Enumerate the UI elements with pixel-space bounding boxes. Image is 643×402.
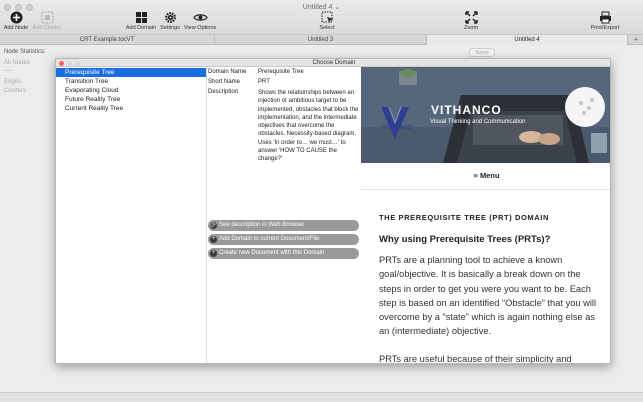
none-button[interactable]: None [469,48,495,57]
zoom-arrows-icon [464,11,478,24]
zoom-label: Zoom [463,25,479,31]
site-menu-label: Menu [479,171,500,180]
select-button[interactable]: Select [313,11,341,31]
gear-icon [164,11,176,24]
description-value: Shows the relationships between an injec… [258,90,359,163]
node-statistics-heading: Node Statistics: [4,49,46,55]
create-new-document-label: Create new Document with this Domain [219,250,325,256]
short-name-label: Short Name [208,79,241,85]
zoom-button[interactable]: Zoom [458,11,484,31]
domain-grid-icon [135,12,147,23]
dialog-minimize-button[interactable] [67,61,72,66]
plus-icon: + [210,250,217,257]
domain-list: Prerequisite Tree Transition Tree Evapor… [56,67,207,363]
add-domain-to-document-button[interactable]: + Add Domain to current Document/File [208,234,359,245]
dialog-close-button[interactable] [59,61,64,66]
domain-item-prerequisite-tree[interactable]: Prerequisite Tree [56,68,206,77]
dialog-title: Choose Domain [56,59,610,67]
status-bar [0,392,643,402]
domain-item-transition-tree[interactable]: Transition Tree [56,77,206,86]
view-options-button[interactable]: View Options [183,11,217,31]
domain-item-evaporating-cloud[interactable]: Evaporating Cloud [56,86,206,95]
settings-button[interactable]: Settings [158,11,182,31]
see-description-web-button[interactable]: 🔗 See description in Web Browser [208,220,359,231]
print-export-button[interactable]: Print/Export [589,11,621,31]
domain-item-future-reality-tree[interactable]: Future Reality Tree [56,95,206,104]
domain-name-value: Prerequisite Tree [258,69,304,75]
site-tagline: Visual Thinking and Communication [430,119,526,125]
document-tab-bar: CRT Example.tocVT Untitled 3 Untitled 4 … [0,35,643,45]
add-cluster-button[interactable]: Add Cluster [31,11,63,31]
domain-item-current-reality-tree[interactable]: Current Reality Tree [56,104,206,113]
domain-name-label: Domain Name [208,69,247,75]
stat-edges: Edges [4,79,22,85]
window-title[interactable]: Untitled 4 ⌄ [0,3,643,11]
logo-text: VITHANCO [383,125,412,131]
select-label: Select [319,25,335,31]
short-name-value: PRT [258,79,270,85]
stat-all-nodes: All Nodes [4,60,30,66]
eye-icon [192,14,208,21]
stat-clusters: Clusters [4,88,27,94]
add-domain-button[interactable]: Add Domain [125,11,157,31]
dialog-zoom-button[interactable] [75,61,80,66]
cluster-icon [41,11,53,24]
page-subheading: Why using Prerequisite Trees (PRTs)? [379,234,551,245]
site-brand: VITHANCO [431,103,502,117]
domain-detail-panel: Domain Name Prerequisite Tree Short Name… [207,67,361,363]
add-domain-to-document-label: Add Domain to current Document/File [219,236,320,242]
settings-label: Settings [160,25,180,31]
add-node-label: Add Node [3,25,29,31]
site-menu-button[interactable]: ≡ Menu [361,171,610,180]
window-toolbar: Untitled 4 ⌄ Add Node Add Cluster Add Do… [0,0,643,35]
intro-paragraph: PRTs are a planning tool to achieve a kn… [379,255,597,337]
menu-divider [361,189,610,190]
tab-untitled-4[interactable]: Untitled 4 [427,35,628,45]
choose-domain-dialog: Choose Domain Prerequisite Tree Transiti… [55,58,611,364]
tab-crt-example[interactable]: CRT Example.tocVT [0,35,215,45]
description-label: Description [208,89,239,95]
tab-untitled-3[interactable]: Untitled 3 [215,35,427,45]
create-new-document-button[interactable]: + Create new Document with this Domain [208,248,359,259]
hamburger-icon: ≡ [473,171,478,180]
link-icon: 🔗 [210,222,218,229]
add-domain-label: Add Domain [125,25,157,31]
see-description-web-label: See description in Web Browser [219,222,305,228]
hero-image: VITHANCO Visual Thinking and Communicati… [361,67,610,163]
domain-web-preview[interactable]: VITHANCO Visual Thinking and Communicati… [361,67,610,364]
add-cluster-label: Add Cluster [32,25,62,31]
add-node-button[interactable]: Add Node [3,11,29,31]
plus-circle-icon [10,11,22,24]
stat-divider: ---- [4,68,12,74]
page-heading: THE PREREQUISITE TREE (PRT) DOMAIN [379,213,549,222]
select-marquee-icon [321,11,333,23]
node-statistics-panel: Node Statistics: All Nodes ---- Edges Cl… [0,46,55,392]
view-options-label: View Options [183,25,217,31]
printer-icon [599,11,611,24]
second-paragraph: PRTs are useful because of their simplic… [379,354,572,364]
print-export-label: Print/Export [590,25,620,31]
new-tab-button[interactable]: + [631,35,641,45]
plus-icon: + [210,236,217,243]
